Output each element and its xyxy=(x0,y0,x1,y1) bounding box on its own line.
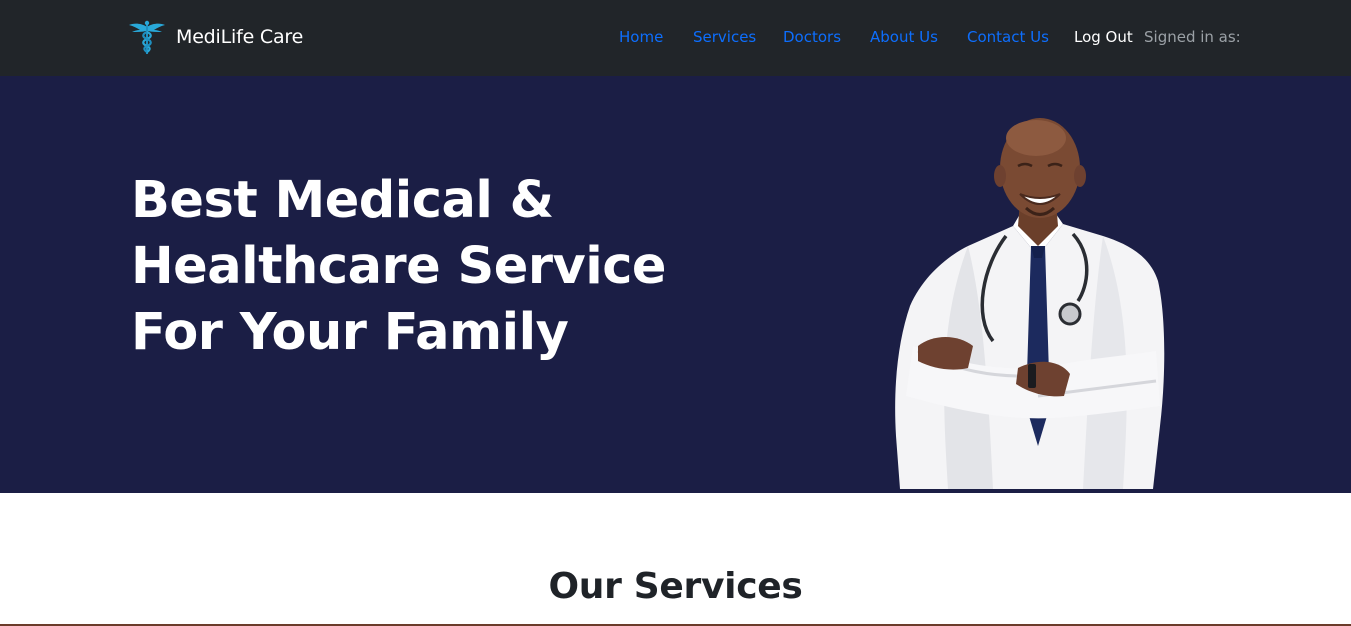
services-section-title: Our Services xyxy=(548,566,803,607)
doctor-portrait-image xyxy=(895,118,1165,489)
brand-name: MediLife Care xyxy=(176,26,304,48)
nav-link-services[interactable]: Services xyxy=(693,28,756,46)
nav-link-home[interactable]: Home xyxy=(619,28,663,46)
brand-link[interactable]: MediLife Care xyxy=(128,19,303,55)
nav-link-doctors[interactable]: Doctors xyxy=(783,28,841,46)
nav-link-about-us[interactable]: About Us xyxy=(870,28,938,46)
hero-title: Best Medical & Healthcare Service For Yo… xyxy=(131,168,691,366)
caduceus-icon xyxy=(129,20,165,54)
hero-title-line-3: For Your Family xyxy=(131,303,569,362)
hero-banner: Best Medical & Healthcare Service For Yo… xyxy=(0,76,1351,493)
navbar: MediLife Care Home Services Doctors Abou… xyxy=(0,0,1351,76)
nav-link-contact-us[interactable]: Contact Us xyxy=(967,28,1049,46)
signed-in-label: Signed in as: xyxy=(1144,28,1241,46)
hero-title-line-1: Best Medical & xyxy=(131,171,554,230)
logout-button[interactable]: Log Out xyxy=(1074,28,1133,46)
hero-title-line-2: Healthcare Service xyxy=(131,237,667,296)
